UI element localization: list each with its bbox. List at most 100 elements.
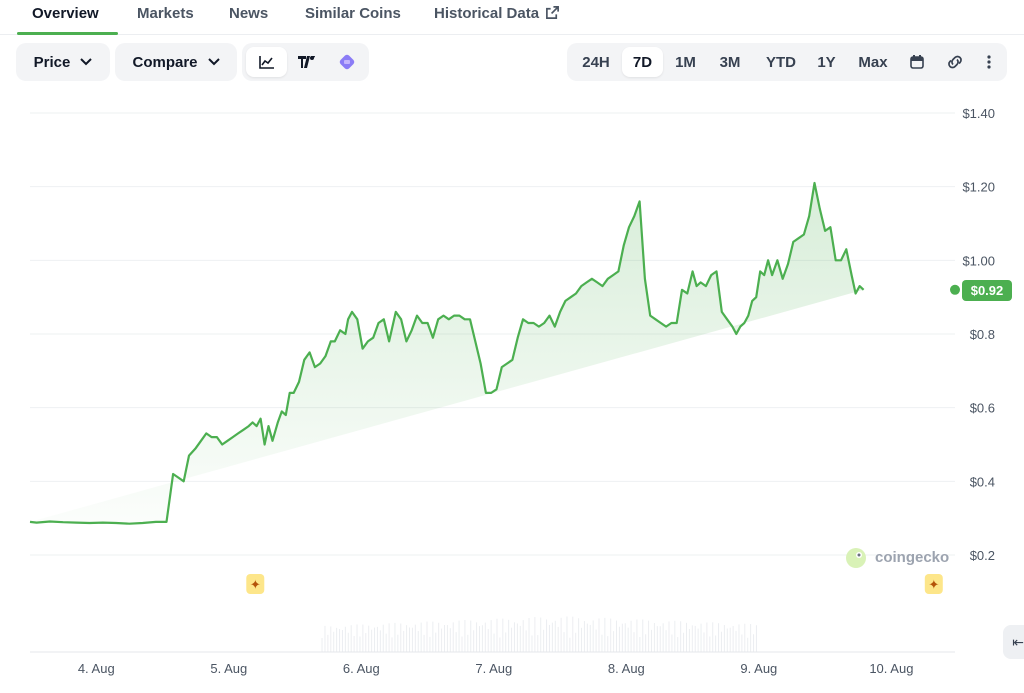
volume-bar — [528, 617, 530, 652]
volume-bar — [575, 632, 577, 652]
volume-bar — [525, 630, 527, 652]
tab-similar-coins[interactable]: Similar Coins — [305, 5, 401, 22]
volume-bar — [417, 631, 419, 652]
compare-dropdown-label: Compare — [132, 53, 198, 71]
volume-bar — [747, 637, 749, 652]
range-7d-button[interactable]: 7D — [622, 47, 663, 77]
volume-bar — [540, 617, 542, 652]
volume-bar — [744, 623, 746, 652]
volume-bar — [639, 636, 641, 652]
price-chart[interactable]: ✦ ✦ $1.40 $1.20 $1.00 $0.8 $0.6 $0.4 $0.2 4. Au… — [0, 90, 1024, 688]
volume-bar — [426, 621, 428, 652]
volume-bar — [441, 628, 443, 652]
tab-overview[interactable]: Overview — [32, 5, 99, 22]
price-dropdown[interactable]: Price — [16, 43, 110, 81]
volume-bar — [382, 624, 384, 652]
volume-bar — [671, 634, 673, 652]
volume-bar — [624, 623, 626, 652]
volume-bar — [409, 627, 411, 652]
volume-bar — [543, 629, 545, 652]
volume-bar — [753, 634, 755, 652]
volume-bar — [691, 625, 693, 652]
volume-bar — [356, 624, 358, 652]
candlestick-icon — [339, 54, 355, 70]
volume-bar — [411, 627, 413, 652]
chart-view-toggle — [242, 43, 369, 81]
y-tick-label: $0.2 — [970, 548, 995, 563]
volume-bar — [548, 624, 550, 652]
chevron-down-icon — [80, 58, 93, 66]
tab-news[interactable]: News — [229, 5, 268, 22]
volume-bar — [496, 618, 498, 652]
volume-bar — [723, 625, 725, 652]
range-ytd-button[interactable]: YTD — [756, 47, 806, 77]
volume-bar — [732, 626, 734, 652]
volume-bar — [438, 622, 440, 652]
range-1y-button[interactable]: 1Y — [810, 47, 843, 77]
range-1m-button[interactable]: 1M — [666, 47, 705, 77]
volume-bar — [473, 630, 475, 652]
volume-bar — [365, 633, 367, 652]
volume-bar — [513, 622, 515, 652]
volume-bar — [406, 625, 408, 652]
date-range-button[interactable] — [901, 47, 933, 77]
volume-bar — [435, 632, 437, 652]
tradingview-view-button[interactable] — [287, 47, 327, 77]
range-24h-button[interactable]: 24H — [573, 47, 619, 77]
range-3m-button[interactable]: 3M — [708, 47, 752, 77]
volume-bar — [467, 634, 469, 652]
volume-bar — [394, 622, 396, 652]
more-options-button[interactable] — [975, 47, 1003, 77]
range-max-button[interactable]: Max — [848, 47, 898, 77]
y-tick-label: $0.8 — [970, 327, 995, 342]
volume-bar — [688, 628, 690, 652]
price-dropdown-label: Price — [33, 53, 71, 71]
volume-bar — [464, 619, 466, 652]
volume-bar — [470, 620, 472, 652]
volume-bar — [677, 637, 679, 652]
volume-bar — [362, 624, 364, 652]
expand-panel-button[interactable]: ⇤ — [1003, 625, 1024, 659]
price-chart-svg: ✦ ✦ $1.40 $1.20 $1.00 $0.8 $0.6 $0.4 $0.2 4. Au… — [29, 106, 1012, 676]
volume-bar — [726, 628, 728, 652]
volume-bar — [508, 619, 510, 652]
volume-bar — [476, 622, 478, 652]
volume-bar — [633, 632, 635, 652]
volume-bar — [385, 633, 387, 652]
volume-bar — [636, 619, 638, 652]
x-tick-label: 5. Aug — [210, 661, 247, 676]
tab-historical-data[interactable]: Historical Data — [434, 5, 560, 22]
volume-bar — [709, 636, 711, 652]
volume-bar — [703, 632, 705, 652]
volume-bar — [502, 618, 504, 652]
tradingview-icon — [298, 56, 315, 68]
y-tick-label: $1.20 — [962, 180, 995, 195]
volume-bar — [420, 622, 422, 652]
volume-bar — [461, 636, 463, 652]
volume-bar — [546, 619, 548, 652]
volume-bar — [697, 628, 699, 652]
volume-bar — [720, 631, 722, 652]
tab-markets[interactable]: Markets — [137, 5, 194, 22]
volume-bar — [755, 625, 757, 652]
volume-bar — [586, 623, 588, 652]
coingecko-logo-icon — [846, 548, 866, 568]
volume-bar — [505, 632, 507, 652]
volume-bar — [458, 620, 460, 652]
volume-bar — [718, 623, 720, 652]
volume-bar — [350, 625, 352, 652]
volume-bar — [379, 630, 381, 652]
volume-bar — [715, 635, 717, 652]
candlestick-view-button[interactable] — [327, 47, 367, 77]
volume-bar — [627, 627, 629, 652]
volume-bar — [621, 623, 623, 652]
volume-bar — [601, 634, 603, 652]
volume-bar — [353, 635, 355, 652]
calendar-icon — [910, 55, 924, 69]
volume-bar — [336, 627, 338, 652]
compare-dropdown[interactable]: Compare — [115, 43, 237, 81]
line-chart-view-button[interactable] — [246, 47, 287, 77]
tab-historical-data-label: Historical Data — [434, 5, 540, 22]
volume-bar — [653, 622, 655, 652]
share-link-button[interactable] — [939, 47, 971, 77]
